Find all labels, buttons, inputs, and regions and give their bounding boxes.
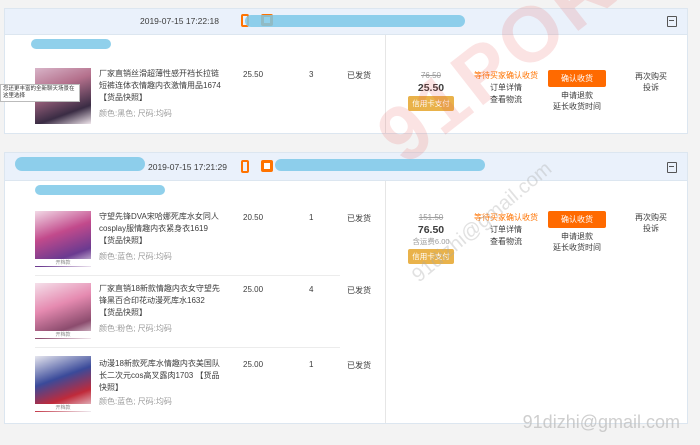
confirm-receipt-button[interactable]: 确认收货 <box>548 70 606 87</box>
rebuy-link[interactable]: 再次购买 <box>623 71 679 82</box>
unit-price: 20.50 <box>243 213 264 222</box>
view-logistics-link[interactable]: 查看物流 <box>471 236 541 248</box>
product-thumbnail[interactable]: 开档款 <box>35 283 91 339</box>
order-state: 等待买家确认收货 订单详情 查看物流 <box>471 212 541 248</box>
chat-tooltip: 您还更丰富的全新聊天场景在这里选择 <box>0 84 80 102</box>
order-note-icon[interactable] <box>667 16 677 27</box>
paid-price: 76.50 <box>417 224 445 236</box>
quantity: 1 <box>309 360 314 369</box>
snapshot-link[interactable]: 【货品快照】 <box>99 308 147 317</box>
redaction-scribble <box>35 185 165 195</box>
column-divider <box>385 181 386 423</box>
item-status: 已发货 <box>347 361 371 370</box>
product-thumbnail[interactable]: 开档款 <box>35 356 91 412</box>
order-state: 等待买家确认收货 订单详情 查看物流 <box>471 70 541 106</box>
order-extra-actions: 再次购买 投诉 <box>623 212 679 234</box>
order-card: 2019-07-15 17:22:18 厂家直销丝滑超薄性感开裆长拉链短裤连体衣… <box>4 8 688 134</box>
refund-link[interactable]: 申请退款 <box>545 231 609 242</box>
order-amount: 151.50 76.50 含运费6.00 信用卡支付 <box>403 213 459 264</box>
waiting-confirm-status: 等待买家确认收货 <box>474 213 538 222</box>
shipping-fee: 含运费6.00 <box>412 237 450 246</box>
product-title[interactable]: 厂家直销丝滑超薄性感开裆长拉链短裤连体衣情趣内衣激情用品1674 【货品快照】 <box>99 68 223 104</box>
view-logistics-link[interactable]: 查看物流 <box>471 94 541 106</box>
order-item: 开档款 动漫18新款死库水情趣内衣美国队长二次元cos高叉露肉1703 【货品快… <box>5 352 687 418</box>
complain-link[interactable]: 投诉 <box>623 223 679 234</box>
quantity: 1 <box>309 213 314 222</box>
thumbnail-tag: 开档款 <box>35 331 91 338</box>
mobile-order-icon <box>241 160 249 173</box>
complain-link[interactable]: 投诉 <box>623 82 679 93</box>
product-attributes: 颜色:粉色; 尺码:均码 <box>99 324 172 333</box>
order-extra-actions: 再次购买 投诉 <box>623 71 679 93</box>
order-note-icon[interactable] <box>667 162 677 173</box>
column-divider <box>385 35 386 133</box>
rebuy-link[interactable]: 再次购买 <box>623 212 679 223</box>
redaction-scribble <box>245 15 465 27</box>
product-title[interactable]: 守望先锋DVA宋哈娜死库水女同人cosplay服情趣内衣紧身衣1619 【货品快… <box>99 211 223 247</box>
item-divider <box>35 347 340 348</box>
shop-icon[interactable] <box>261 160 273 172</box>
extend-receipt-link[interactable]: 延长收货时间 <box>545 242 609 253</box>
waiting-confirm-status: 等待买家确认收货 <box>474 71 538 80</box>
quantity: 4 <box>309 285 314 294</box>
item-status: 已发货 <box>347 214 371 223</box>
snapshot-link[interactable]: 【货品快照】 <box>99 93 147 102</box>
redaction-scribble <box>31 39 111 49</box>
product-attributes: 颜色:蓝色; 尺码:均码 <box>99 252 172 261</box>
original-price: 151.50 <box>418 213 444 222</box>
product-thumbnail[interactable]: 开档款 <box>35 211 91 267</box>
order-time: 2019-07-15 17:21:29 <box>148 162 227 172</box>
order-item: 开档款 厂家直销18新款情趣内衣女守望先锋黑百合印花动漫死库水1632 【货品快… <box>5 279 687 345</box>
refund-link[interactable]: 申请退款 <box>545 90 609 101</box>
order-actions: 确认收货 申请退款 延长收货时间 <box>545 211 609 253</box>
confirm-receipt-button[interactable]: 确认收货 <box>548 211 606 228</box>
order-actions: 确认收货 申请退款 延长收货时间 <box>545 70 609 112</box>
original-price: 76.50 <box>420 71 442 80</box>
unit-price: 25.50 <box>243 70 264 79</box>
thumbnail-tag: 开档款 <box>35 404 91 411</box>
order-card: 2019-07-15 17:21:29 开档款 守望先锋DVA宋哈娜死库水女同人… <box>4 152 688 424</box>
extend-receipt-link[interactable]: 延长收货时间 <box>545 101 609 112</box>
item-status: 已发货 <box>347 286 371 295</box>
product-attributes: 颜色:蓝色; 尺码:均码 <box>99 397 172 406</box>
quantity: 3 <box>309 70 314 79</box>
credit-card-badge: 信用卡支付 <box>408 249 454 264</box>
order-amount: 76.50 25.50 信用卡支付 <box>403 71 459 111</box>
unit-price: 25.00 <box>243 285 264 294</box>
product-title[interactable]: 厂家直销18新款情趣内衣女守望先锋黑百合印花动漫死库水1632 【货品快照】 <box>99 283 223 319</box>
product-title[interactable]: 动漫18新款死库水情趣内衣美国队长二次元cos高叉露肉1703 【货品快照】 <box>99 358 223 394</box>
item-divider <box>35 275 340 276</box>
product-attributes: 颜色:黑色; 尺码:均码 <box>99 109 172 118</box>
snapshot-link[interactable]: 【货品快照】 <box>99 236 147 245</box>
redaction-scribble <box>275 159 485 171</box>
item-status: 已发货 <box>347 71 371 80</box>
paid-price: 25.50 <box>417 82 445 94</box>
thumbnail-tag: 开档款 <box>35 259 91 266</box>
order-detail-link[interactable]: 订单详情 <box>471 82 541 94</box>
unit-price: 25.00 <box>243 360 264 369</box>
redaction-scribble <box>15 157 145 171</box>
order-detail-link[interactable]: 订单详情 <box>471 224 541 236</box>
credit-card-badge: 信用卡支付 <box>408 96 454 111</box>
order-time: 2019-07-15 17:22:18 <box>140 16 219 26</box>
